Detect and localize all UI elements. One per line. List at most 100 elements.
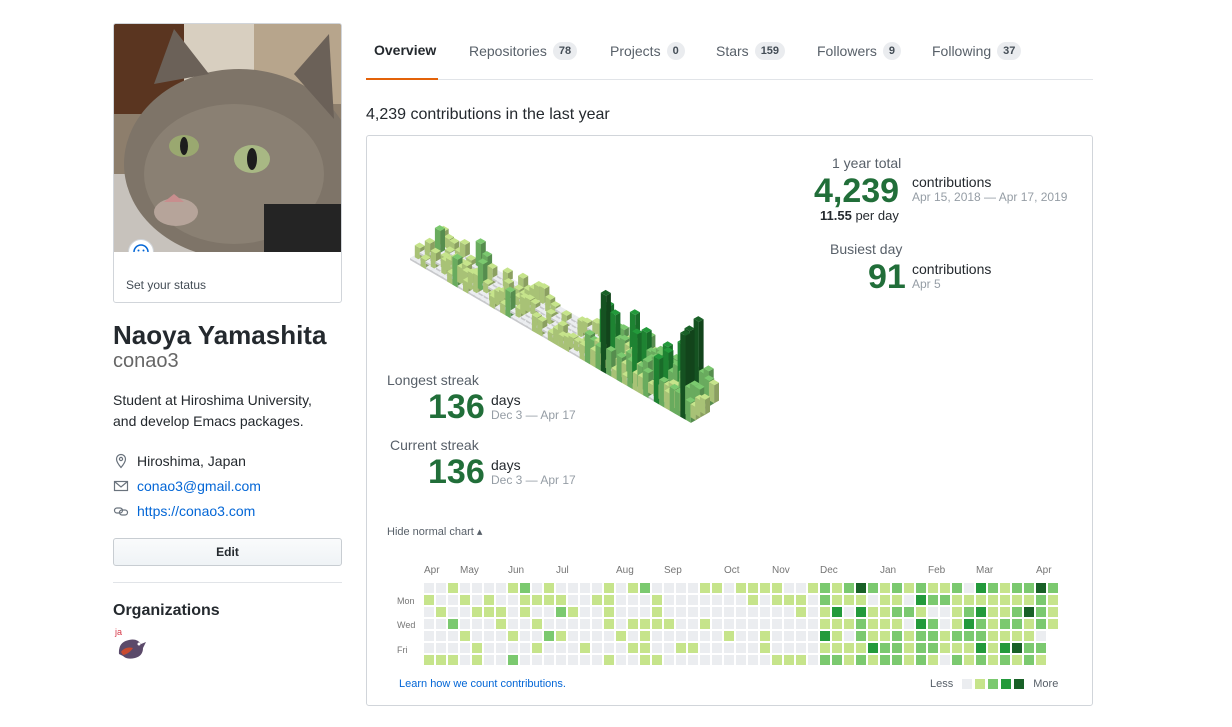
calendar-day[interactable] — [604, 607, 614, 617]
calendar-day[interactable] — [856, 655, 866, 665]
calendar-day[interactable] — [1048, 607, 1058, 617]
calendar-day[interactable] — [808, 583, 818, 593]
calendar-day[interactable] — [904, 583, 914, 593]
calendar-day[interactable] — [844, 643, 854, 653]
calendar-day[interactable] — [964, 607, 974, 617]
calendar-day[interactable] — [592, 619, 602, 629]
calendar-day[interactable] — [484, 655, 494, 665]
calendar-day[interactable] — [520, 631, 530, 641]
calendar-day[interactable] — [844, 619, 854, 629]
calendar-day[interactable] — [436, 583, 446, 593]
calendar-day[interactable] — [892, 607, 902, 617]
calendar-day[interactable] — [976, 631, 986, 641]
calendar-day[interactable] — [820, 583, 830, 593]
calendar-day[interactable] — [628, 631, 638, 641]
calendar-day[interactable] — [772, 631, 782, 641]
calendar-day[interactable] — [796, 607, 806, 617]
calendar-day[interactable] — [880, 643, 890, 653]
calendar-day[interactable] — [1036, 595, 1046, 605]
tab-stars[interactable]: Stars 159 — [716, 42, 786, 60]
calendar-day[interactable] — [652, 643, 662, 653]
calendar-day[interactable] — [592, 643, 602, 653]
calendar-day[interactable] — [556, 643, 566, 653]
calendar-day[interactable] — [916, 583, 926, 593]
calendar-day[interactable] — [808, 655, 818, 665]
calendar-day[interactable] — [496, 655, 506, 665]
calendar-day[interactable] — [580, 583, 590, 593]
calendar-day[interactable] — [1012, 655, 1022, 665]
calendar-day[interactable] — [880, 631, 890, 641]
calendar-day[interactable] — [796, 631, 806, 641]
calendar-day[interactable] — [940, 607, 950, 617]
calendar-day[interactable] — [616, 619, 626, 629]
calendar-day[interactable] — [436, 619, 446, 629]
calendar-day[interactable] — [820, 619, 830, 629]
calendar-day[interactable] — [700, 655, 710, 665]
calendar-day[interactable] — [796, 643, 806, 653]
calendar-day[interactable] — [892, 631, 902, 641]
calendar-day[interactable] — [460, 643, 470, 653]
calendar-day[interactable] — [1036, 643, 1046, 653]
calendar-day[interactable] — [472, 595, 482, 605]
calendar-day[interactable] — [640, 595, 650, 605]
hide-normal-chart-toggle[interactable]: Hide normal chart ▴ — [387, 525, 482, 538]
calendar-day[interactable] — [688, 619, 698, 629]
calendar-day[interactable] — [928, 619, 938, 629]
calendar-day[interactable] — [568, 655, 578, 665]
calendar-day[interactable] — [700, 619, 710, 629]
calendar-day[interactable] — [916, 607, 926, 617]
calendar-day[interactable] — [1024, 619, 1034, 629]
calendar-day[interactable] — [688, 631, 698, 641]
calendar-day[interactable] — [460, 619, 470, 629]
calendar-day[interactable] — [448, 631, 458, 641]
calendar-day[interactable] — [520, 595, 530, 605]
calendar-day[interactable] — [688, 607, 698, 617]
calendar-day[interactable] — [520, 583, 530, 593]
calendar-day[interactable] — [1048, 595, 1058, 605]
calendar-day[interactable] — [964, 595, 974, 605]
calendar-day[interactable] — [424, 607, 434, 617]
calendar-day[interactable] — [868, 655, 878, 665]
calendar-day[interactable] — [664, 619, 674, 629]
calendar-day[interactable] — [484, 619, 494, 629]
calendar-day[interactable] — [652, 583, 662, 593]
calendar-day[interactable] — [772, 583, 782, 593]
calendar-day[interactable] — [508, 583, 518, 593]
calendar-day[interactable] — [712, 655, 722, 665]
calendar-day[interactable] — [616, 631, 626, 641]
calendar-day[interactable] — [784, 643, 794, 653]
calendar-day[interactable] — [904, 619, 914, 629]
calendar-day[interactable] — [712, 583, 722, 593]
set-status-link[interactable]: Set your status — [126, 278, 206, 292]
calendar-day[interactable] — [784, 655, 794, 665]
calendar-day[interactable] — [832, 607, 842, 617]
calendar-day[interactable] — [640, 655, 650, 665]
calendar-day[interactable] — [868, 583, 878, 593]
calendar-day[interactable] — [880, 619, 890, 629]
calendar-day[interactable] — [628, 619, 638, 629]
calendar-day[interactable] — [724, 631, 734, 641]
calendar-day[interactable] — [856, 583, 866, 593]
calendar-day[interactable] — [772, 619, 782, 629]
calendar-day[interactable] — [484, 631, 494, 641]
calendar-day[interactable] — [724, 655, 734, 665]
calendar-day[interactable] — [700, 583, 710, 593]
calendar-day[interactable] — [640, 631, 650, 641]
calendar-day[interactable] — [952, 583, 962, 593]
calendar-day[interactable] — [916, 655, 926, 665]
calendar-day[interactable] — [676, 607, 686, 617]
calendar-day[interactable] — [976, 607, 986, 617]
calendar-day[interactable] — [880, 583, 890, 593]
calendar-day[interactable] — [460, 583, 470, 593]
calendar-day[interactable] — [748, 631, 758, 641]
calendar-day[interactable] — [844, 583, 854, 593]
calendar-day[interactable] — [832, 655, 842, 665]
calendar-day[interactable] — [604, 583, 614, 593]
calendar-day[interactable] — [496, 619, 506, 629]
edit-profile-button[interactable]: Edit — [113, 538, 342, 566]
calendar-day[interactable] — [532, 583, 542, 593]
calendar-day[interactable] — [580, 619, 590, 629]
calendar-day[interactable] — [760, 607, 770, 617]
learn-contributions-link[interactable]: Learn how we count contributions. — [399, 678, 566, 690]
calendar-day[interactable] — [760, 619, 770, 629]
